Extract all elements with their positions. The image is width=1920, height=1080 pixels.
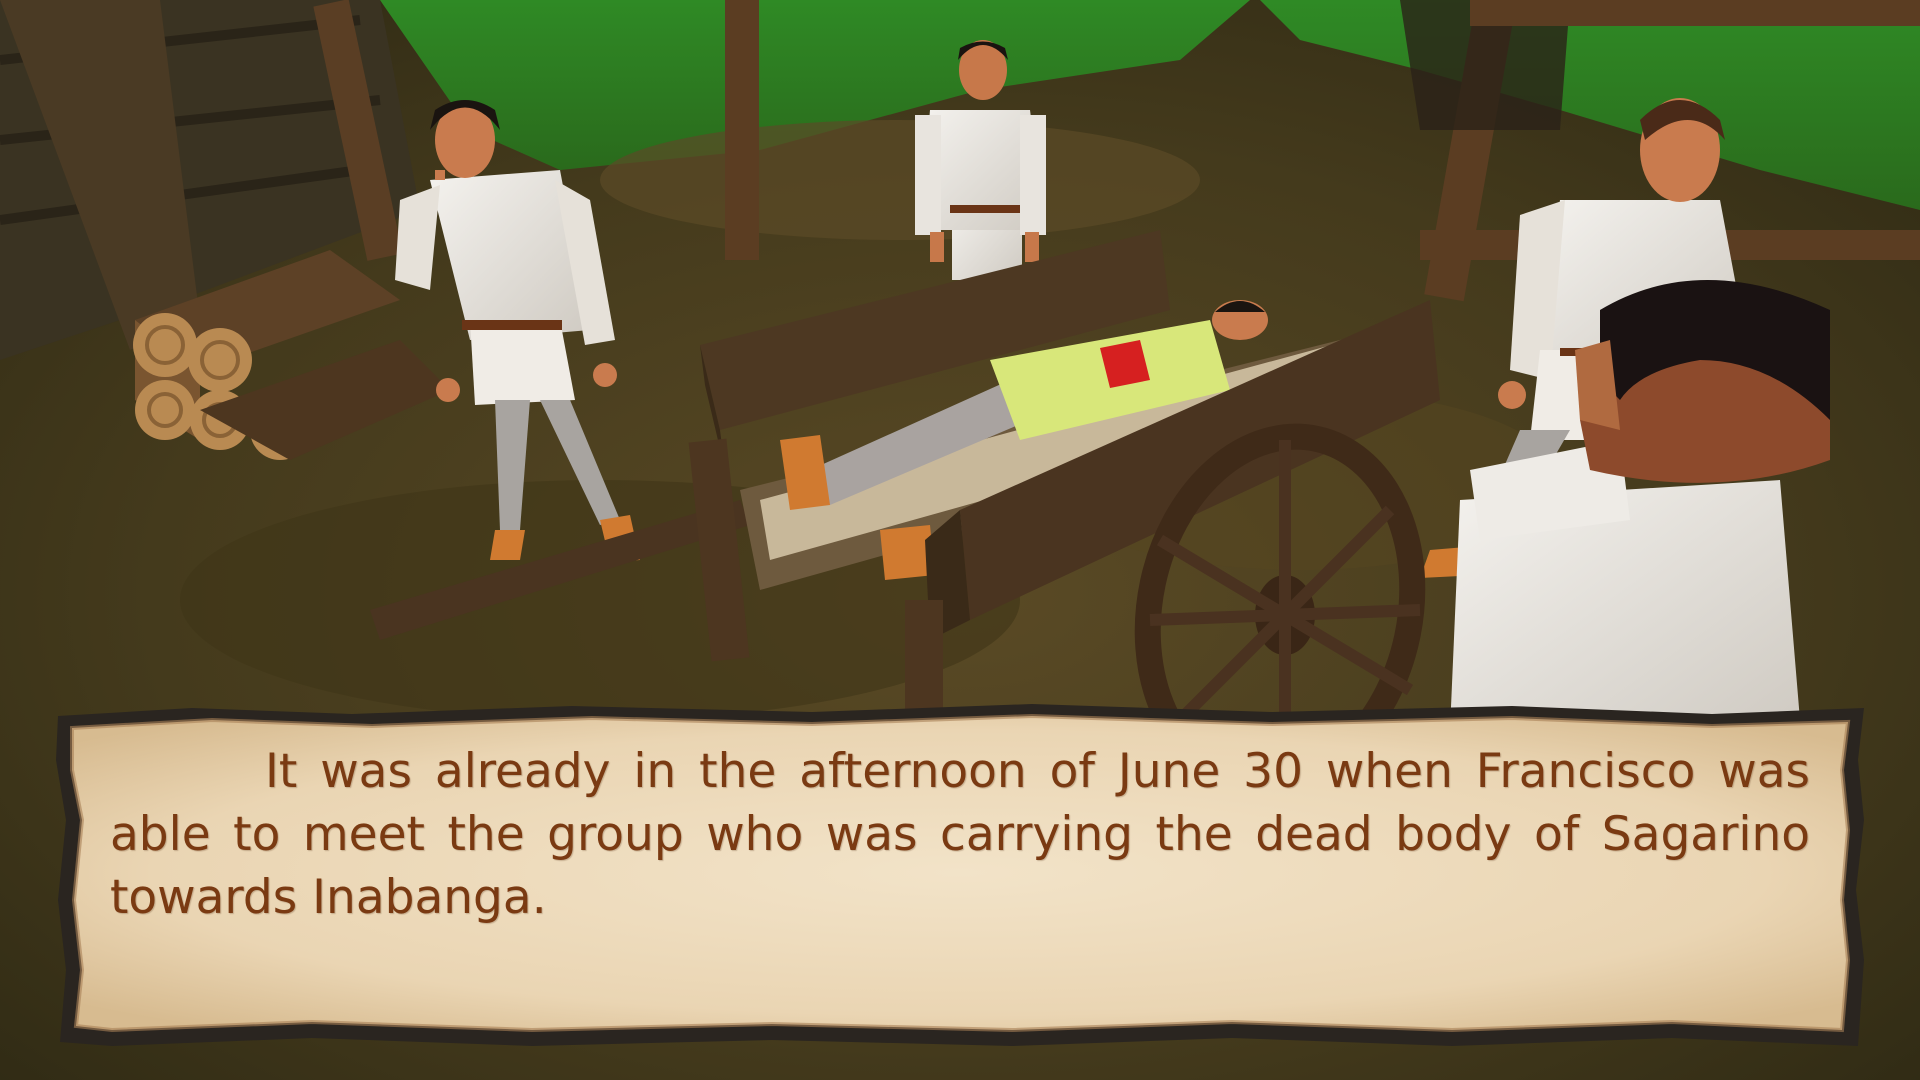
dialog-box[interactable]: It was already in the afternoon of June … — [52, 700, 1870, 1052]
dialog-text: It was already in the afternoon of June … — [110, 744, 1810, 925]
wooden-post-center — [725, 0, 759, 260]
